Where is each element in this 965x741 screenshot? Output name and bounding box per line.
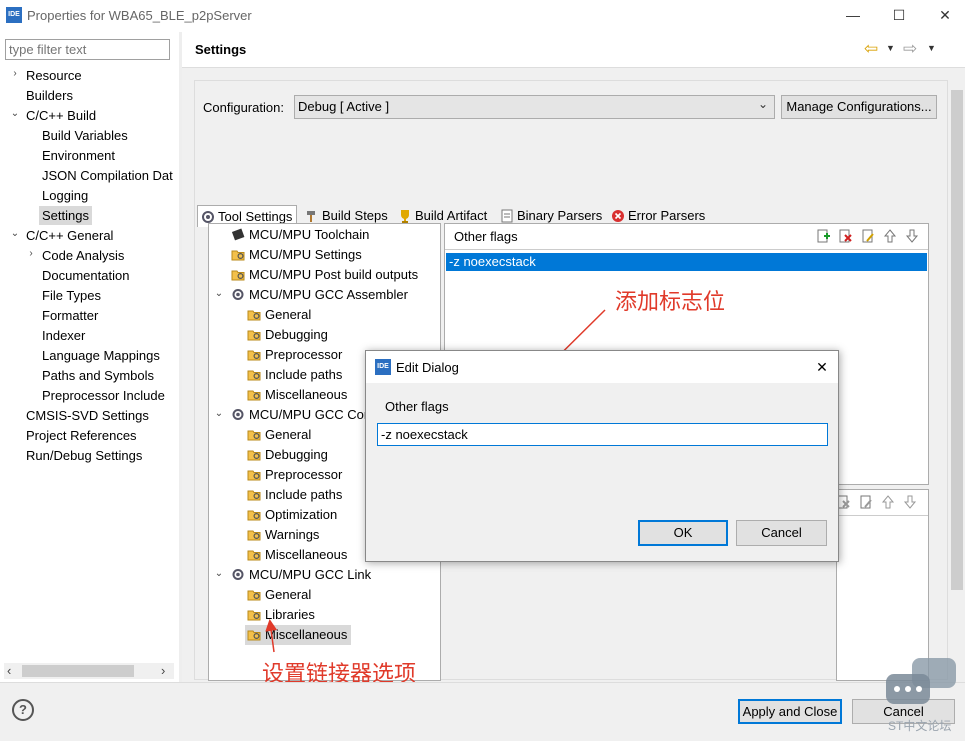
dialog-close-button[interactable]: ✕ <box>810 355 834 379</box>
help-icon[interactable]: ? <box>12 699 34 721</box>
app-icon: IDE <box>375 359 391 375</box>
watermark-text: ST中文论坛 <box>888 719 952 733</box>
other-flags-input[interactable] <box>377 423 828 446</box>
dialog-field-label: Other flags <box>385 399 449 414</box>
apply-and-close-button[interactable]: Apply and Close <box>738 699 842 724</box>
chat-bubble-icon <box>886 658 956 704</box>
dialog-title: Edit Dialog <box>396 360 459 375</box>
arrow-to-miscellaneous-icon <box>265 619 278 653</box>
cancel-button[interactable]: Cancel <box>736 520 827 546</box>
dialog-title-bar: IDE Edit Dialog ✕ <box>366 351 838 383</box>
footer: ? Apply and Close Cancel <box>0 682 965 741</box>
edit-dialog: IDE Edit Dialog ✕ Other flags OK Cancel <box>365 350 839 562</box>
ok-button[interactable]: OK <box>638 520 728 546</box>
